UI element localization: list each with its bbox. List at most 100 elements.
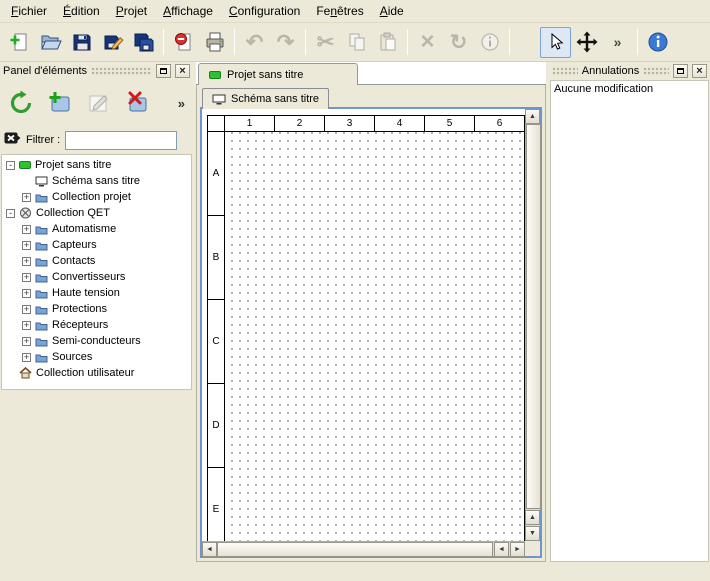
ruler-row: C bbox=[208, 300, 225, 384]
toolbar-separator bbox=[407, 29, 408, 55]
tree-item-label: Schéma sans titre bbox=[52, 175, 140, 187]
undo-button[interactable]: ↶ bbox=[239, 27, 270, 58]
expander[interactable]: + bbox=[22, 241, 31, 250]
scroll-down-button[interactable]: ▼ bbox=[525, 526, 540, 541]
dock-grip[interactable] bbox=[643, 67, 669, 76]
dock-grip[interactable] bbox=[91, 67, 152, 76]
close-icon: × bbox=[179, 66, 185, 77]
close-project-button[interactable] bbox=[168, 27, 199, 58]
schema-tab[interactable]: Schéma sans titre bbox=[202, 88, 329, 109]
copy-button[interactable] bbox=[341, 27, 372, 58]
about-info-icon bbox=[647, 31, 669, 53]
new-element-button[interactable] bbox=[44, 87, 76, 119]
new-element-icon bbox=[47, 90, 73, 116]
menu-projet[interactable]: Projet bbox=[108, 1, 155, 21]
expander[interactable]: + bbox=[22, 353, 31, 362]
object-info-button[interactable] bbox=[474, 27, 505, 58]
delete-element-button[interactable] bbox=[122, 87, 154, 119]
tree-item-contacts[interactable]: + Contacts bbox=[2, 253, 191, 269]
tree-item-semi-conducteurs[interactable]: + Semi-conducteurs bbox=[2, 333, 191, 349]
tree-item-label: Contacts bbox=[52, 255, 95, 267]
new-project-button[interactable] bbox=[4, 27, 35, 58]
menu-affichage[interactable]: Affichage bbox=[155, 1, 221, 21]
tree-item-sources[interactable]: + Sources bbox=[2, 349, 191, 365]
open-project-button[interactable] bbox=[35, 27, 66, 58]
toolbar-separator bbox=[305, 29, 306, 55]
filter-input[interactable] bbox=[65, 131, 177, 150]
scroll-up-button[interactable]: ▲ bbox=[525, 510, 540, 525]
tree-item-convertisseurs[interactable]: + Convertisseurs bbox=[2, 269, 191, 285]
expander[interactable]: + bbox=[22, 321, 31, 330]
schema-canvas[interactable]: 1 2 3 4 5 6 A B C D E bbox=[202, 109, 525, 541]
delete-element-icon bbox=[125, 90, 151, 116]
folder-icon bbox=[35, 288, 48, 299]
horizontal-scrollbar[interactable]: ◄ ◄ ► bbox=[202, 541, 525, 556]
tree-item-haute-tension[interactable]: + Haute tension bbox=[2, 285, 191, 301]
expander[interactable]: - bbox=[6, 209, 15, 218]
tree-item-project[interactable]: - Projet sans titre bbox=[2, 157, 191, 173]
float-panel-button[interactable] bbox=[673, 64, 688, 78]
scroll-left-button[interactable]: ◄ bbox=[202, 542, 217, 557]
tree-item-automatisme[interactable]: + Automatisme bbox=[2, 221, 191, 237]
save-button[interactable] bbox=[66, 27, 97, 58]
vertical-scrollbar[interactable]: ▲ ▲ ▼ bbox=[525, 109, 540, 541]
panel-overflow-button[interactable]: » bbox=[178, 96, 188, 111]
folder-icon bbox=[35, 272, 48, 283]
tree-item-collection-projet[interactable]: + Collection projet bbox=[2, 189, 191, 205]
expander[interactable]: + bbox=[22, 257, 31, 266]
expander[interactable]: + bbox=[22, 289, 31, 298]
menu-fichier[interactable]: Fichier bbox=[3, 1, 55, 21]
tree-item-capteurs[interactable]: + Capteurs bbox=[2, 237, 191, 253]
tree-item-label: Protections bbox=[52, 303, 107, 315]
close-panel-button[interactable]: × bbox=[175, 64, 190, 78]
scroll-right-button[interactable]: ► bbox=[510, 542, 525, 557]
clear-filter-button[interactable] bbox=[4, 130, 21, 151]
edit-element-button[interactable] bbox=[83, 87, 115, 119]
delete-button[interactable]: × bbox=[412, 27, 443, 58]
close-panel-button[interactable]: × bbox=[692, 64, 707, 78]
save-as-button[interactable] bbox=[97, 27, 128, 58]
expander[interactable]: + bbox=[22, 337, 31, 346]
select-mode-button[interactable] bbox=[540, 27, 571, 58]
menu-fenetres[interactable]: Fenêtres bbox=[308, 1, 371, 21]
toolbar-separator bbox=[163, 29, 164, 55]
project-tab[interactable]: Projet sans titre bbox=[198, 63, 358, 85]
project-tab-label: Projet sans titre bbox=[227, 69, 303, 81]
menu-aide[interactable]: Aide bbox=[372, 1, 412, 21]
tree-item-collection-qet[interactable]: - Collection QET bbox=[2, 205, 191, 221]
tree-item-schema[interactable]: Schéma sans titre bbox=[2, 173, 191, 189]
expander[interactable]: + bbox=[22, 305, 31, 314]
float-panel-button[interactable] bbox=[156, 64, 171, 78]
tree-item-collection-utilisateur[interactable]: Collection utilisateur bbox=[2, 365, 191, 381]
tree-item-protections[interactable]: + Protections bbox=[2, 301, 191, 317]
scroll-up-button[interactable]: ▲ bbox=[525, 109, 540, 124]
horizontal-scroll-thumb[interactable] bbox=[217, 542, 493, 557]
redo-button[interactable]: ↷ bbox=[270, 27, 301, 58]
refresh-icon bbox=[8, 90, 34, 116]
schema-grid[interactable] bbox=[225, 132, 525, 541]
dock-grip[interactable] bbox=[552, 67, 578, 76]
reload-collections-button[interactable] bbox=[5, 87, 37, 119]
paste-button[interactable] bbox=[372, 27, 403, 58]
scroll-left-button[interactable]: ◄ bbox=[494, 542, 509, 557]
folder-icon bbox=[35, 256, 48, 267]
expander[interactable]: + bbox=[22, 225, 31, 234]
print-button[interactable] bbox=[199, 27, 230, 58]
expander[interactable]: - bbox=[6, 161, 15, 170]
element-panel-toolbar: » bbox=[0, 80, 193, 126]
rotate-button[interactable]: ↻ bbox=[443, 27, 474, 58]
menu-configuration[interactable]: Configuration bbox=[221, 1, 308, 21]
project-icon bbox=[209, 71, 221, 79]
save-all-button[interactable] bbox=[128, 27, 159, 58]
menu-edition[interactable]: Édition bbox=[55, 1, 108, 21]
toolbar-overflow-button[interactable]: » bbox=[602, 27, 633, 58]
expander[interactable]: + bbox=[22, 273, 31, 282]
move-mode-button[interactable] bbox=[571, 27, 602, 58]
tree-item-recepteurs[interactable]: + Récepteurs bbox=[2, 317, 191, 333]
undo-history-list[interactable]: Aucune modification bbox=[550, 80, 709, 562]
about-button[interactable] bbox=[642, 27, 673, 58]
expander[interactable]: + bbox=[22, 193, 31, 202]
vertical-scroll-thumb[interactable] bbox=[526, 124, 541, 509]
cut-button[interactable]: ✂ bbox=[310, 27, 341, 58]
tree-item-label: Semi-conducteurs bbox=[52, 335, 141, 347]
